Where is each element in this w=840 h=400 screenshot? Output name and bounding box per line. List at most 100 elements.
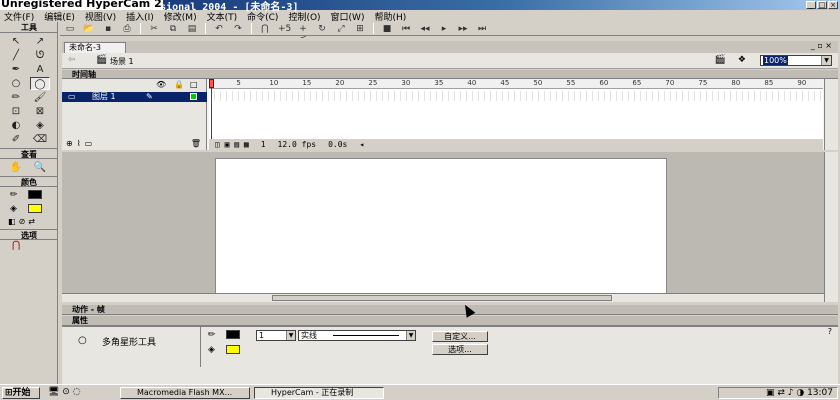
stroke-color-swatch[interactable]: [226, 330, 240, 339]
step-back-icon[interactable]: ◂◂: [419, 24, 431, 34]
toolbox-fill-swatch[interactable]: [28, 204, 42, 213]
cut-icon[interactable]: ✂: [148, 24, 160, 34]
print-icon[interactable]: ⎙: [121, 24, 133, 34]
scroll-left-icon[interactable]: ◂: [359, 140, 364, 149]
selection-arrow-icon[interactable]: ↖: [6, 35, 26, 48]
task-hypercam[interactable]: HyperCam - 正在录制: [254, 387, 384, 399]
playhead[interactable]: [209, 79, 214, 139]
lasso-icon[interactable]: ᘎ: [30, 49, 50, 62]
onion-skin-icon[interactable]: ◫ ▣ ▨ ▩: [215, 140, 249, 149]
menu-window[interactable]: 窗口(W): [331, 10, 365, 23]
frame-row[interactable]: [209, 91, 823, 101]
stage-vscroll[interactable]: [824, 152, 838, 302]
properties-panel-header[interactable]: 属性: [62, 316, 838, 326]
fill-transform-icon[interactable]: ⊠: [30, 105, 50, 118]
play-icon[interactable]: ▸: [438, 24, 450, 34]
minimize-button[interactable]: _: [806, 1, 816, 9]
menu-modify[interactable]: 修改(M): [164, 10, 197, 23]
menu-insert[interactable]: 插入(I): [126, 10, 154, 23]
edit-scene-icon[interactable]: 🎬: [715, 55, 726, 65]
trash-icon[interactable]: 🗑: [191, 139, 201, 150]
swap-colors-icon[interactable]: ⇄: [28, 217, 35, 229]
free-transform-icon[interactable]: ⊡: [6, 105, 26, 118]
copy-icon[interactable]: ⧉: [167, 24, 179, 34]
timeline-vscroll[interactable]: [824, 79, 838, 150]
pen-icon[interactable]: ✒: [6, 63, 26, 76]
chevron-down-icon[interactable]: ▼: [406, 331, 415, 340]
add-guide-icon[interactable]: ⌇: [77, 139, 81, 150]
eraser-icon[interactable]: ⌫: [30, 133, 50, 146]
options-button[interactable]: 选项...: [432, 344, 488, 355]
text-tool-icon[interactable]: A: [30, 63, 50, 76]
menu-file[interactable]: 文件(F): [4, 10, 34, 23]
close-button[interactable]: ×: [828, 1, 838, 9]
stage-canvas[interactable]: [215, 158, 667, 294]
stroke-width-field[interactable]: 1 ▼: [256, 330, 296, 341]
brush-icon[interactable]: 🖌: [30, 91, 50, 104]
frame-grid[interactable]: 151015202530354045505560657075808590: [209, 79, 823, 139]
step-forward-icon[interactable]: ▸▸: [457, 24, 469, 34]
document-tab[interactable]: 未命名-3: [64, 42, 126, 53]
chevron-down-icon[interactable]: ▼: [286, 331, 295, 340]
insert-layer-icon[interactable]: ⊕: [66, 139, 73, 150]
open-folder-icon[interactable]: 📂: [83, 24, 95, 34]
align-icon[interactable]: ⊞: [354, 24, 366, 34]
help-icon[interactable]: ?: [828, 327, 832, 336]
chevron-down-icon[interactable]: ▼: [821, 56, 831, 65]
menu-help[interactable]: 帮助(H): [374, 10, 406, 23]
scale-icon[interactable]: ⤢: [335, 24, 347, 34]
zoom-select[interactable]: 100% ▼: [760, 55, 832, 66]
layer-row[interactable]: 图层 1 ▭ ✎: [62, 92, 207, 102]
fast-forward-icon[interactable]: ⏭: [476, 24, 488, 34]
rewind-icon[interactable]: ⏮: [400, 24, 412, 34]
line-tool-icon[interactable]: ╱: [6, 49, 26, 62]
polystar-icon[interactable]: ◯: [30, 77, 50, 90]
save-icon[interactable]: ▪: [102, 24, 114, 34]
maximize-button[interactable]: □: [817, 1, 827, 9]
subselect-arrow-icon[interactable]: ↗: [30, 35, 50, 48]
custom-button[interactable]: 自定义...: [432, 331, 488, 342]
lock-icon[interactable]: 🔒: [174, 80, 184, 89]
frame-ruler[interactable]: 151015202530354045505560657075808590: [209, 79, 823, 89]
oval-icon[interactable]: ○: [6, 77, 26, 90]
fill-color-swatch[interactable]: [226, 345, 240, 354]
toolbox-stroke-swatch[interactable]: [28, 190, 42, 199]
insert-folder-icon[interactable]: ▭: [85, 139, 93, 150]
start-button[interactable]: ⊞开始: [2, 387, 40, 399]
stop-icon[interactable]: ■: [381, 24, 393, 34]
menu-control[interactable]: 控制(O): [288, 10, 320, 23]
snap-magnet-option-icon[interactable]: ⋂: [0, 240, 57, 251]
zoom-icon[interactable]: 🔍: [30, 161, 50, 174]
default-colors-icon[interactable]: ◧: [8, 217, 16, 229]
menu-commands[interactable]: 命令(C): [247, 10, 278, 23]
doc-window-controls-icon[interactable]: _ ▫ ×: [811, 41, 832, 50]
smooth-icon[interactable]: +5: [278, 24, 291, 34]
pencil-icon[interactable]: ✏: [6, 91, 26, 104]
new-file-icon[interactable]: ▭: [64, 24, 76, 34]
actions-panel-header[interactable]: 动作 - 帧: [62, 305, 838, 315]
menu-edit[interactable]: 编辑(E): [44, 10, 75, 23]
timeline-title[interactable]: 时间轴: [62, 70, 838, 79]
menu-text[interactable]: 文本(T): [207, 10, 238, 23]
playhead-handle[interactable]: [209, 79, 214, 88]
menu-view[interactable]: 视图(V): [85, 10, 116, 23]
undo-icon[interactable]: ↶: [213, 24, 225, 34]
quicklaunch-icon[interactable]: 🖥 ⊙ ◌: [48, 387, 81, 397]
eyedropper-icon[interactable]: ✐: [6, 133, 26, 146]
tray-icons-icon[interactable]: ▣ ⇄ ♪ ◑: [766, 388, 807, 398]
paint-bucket-icon[interactable]: ◈: [30, 119, 50, 132]
paste-icon[interactable]: ▤: [186, 24, 198, 34]
hand-icon[interactable]: ✋: [6, 161, 26, 174]
scroll-thumb[interactable]: [272, 295, 612, 301]
back-arrow-icon[interactable]: ⇦: [68, 55, 76, 65]
eye-icon[interactable]: 👁: [156, 80, 166, 89]
outline-icon[interactable]: □: [190, 80, 198, 89]
stage-hscroll[interactable]: [62, 293, 824, 302]
straighten-icon[interactable]: +<: [297, 24, 309, 44]
snap-magnet-icon[interactable]: ⋂: [259, 24, 271, 34]
edit-symbol-icon[interactable]: ❖: [738, 55, 746, 65]
no-color-icon[interactable]: ⊘: [19, 217, 26, 229]
rotate-icon[interactable]: ↻: [316, 24, 328, 34]
ink-bottle-icon[interactable]: ◐: [6, 119, 26, 132]
task-flash[interactable]: Macromedia Flash MX...: [120, 387, 250, 399]
